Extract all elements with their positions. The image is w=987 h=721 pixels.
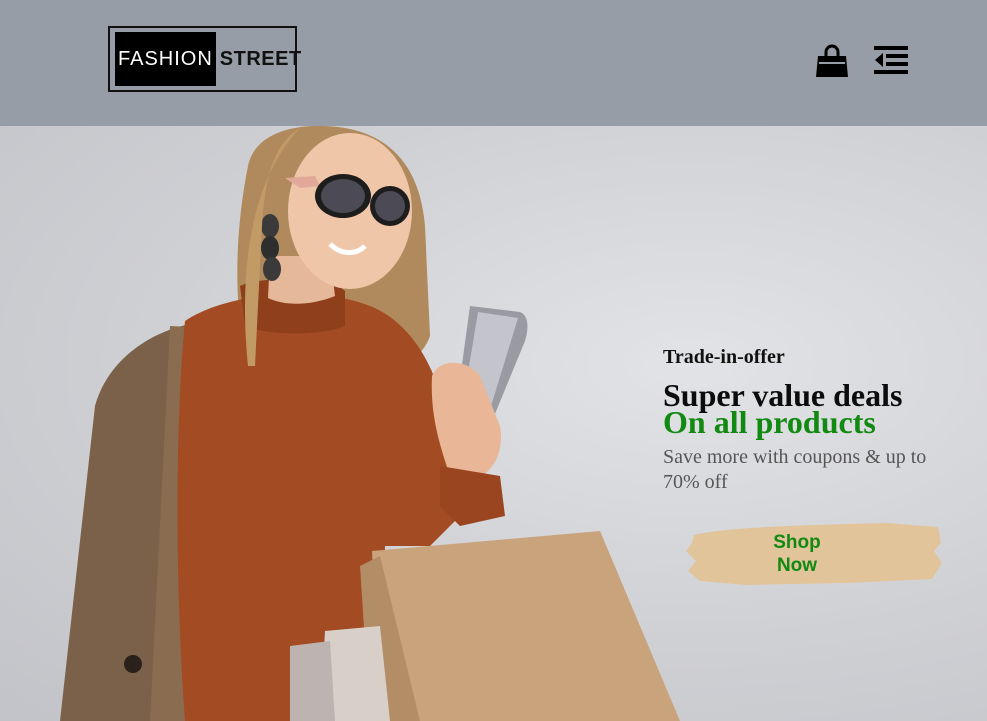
hero-text: Trade-in-offer Super value deals On all …: [663, 345, 963, 495]
shopping-bag-icon[interactable]: [815, 44, 849, 78]
logo-inner: FASHION STREET: [115, 32, 302, 86]
shop-now-button[interactable]: Shop Now: [686, 521, 946, 587]
menu-indent-icon[interactable]: [874, 46, 908, 74]
hero-banner: Trade-in-offer Super value deals On all …: [0, 126, 987, 721]
logo-text-fashion: FASHION: [115, 32, 216, 86]
brand-logo[interactable]: FASHION STREET: [108, 26, 301, 92]
hero-subtitle: Trade-in-offer: [663, 346, 785, 368]
hero-description: Save more with coupons & up to 70% off: [663, 446, 927, 493]
shop-now-label: Shop Now: [773, 532, 821, 576]
hero-title-accent: On all products: [663, 404, 876, 440]
logo-text-street: STREET: [219, 47, 302, 70]
site-header: FASHION STREET: [0, 0, 987, 126]
